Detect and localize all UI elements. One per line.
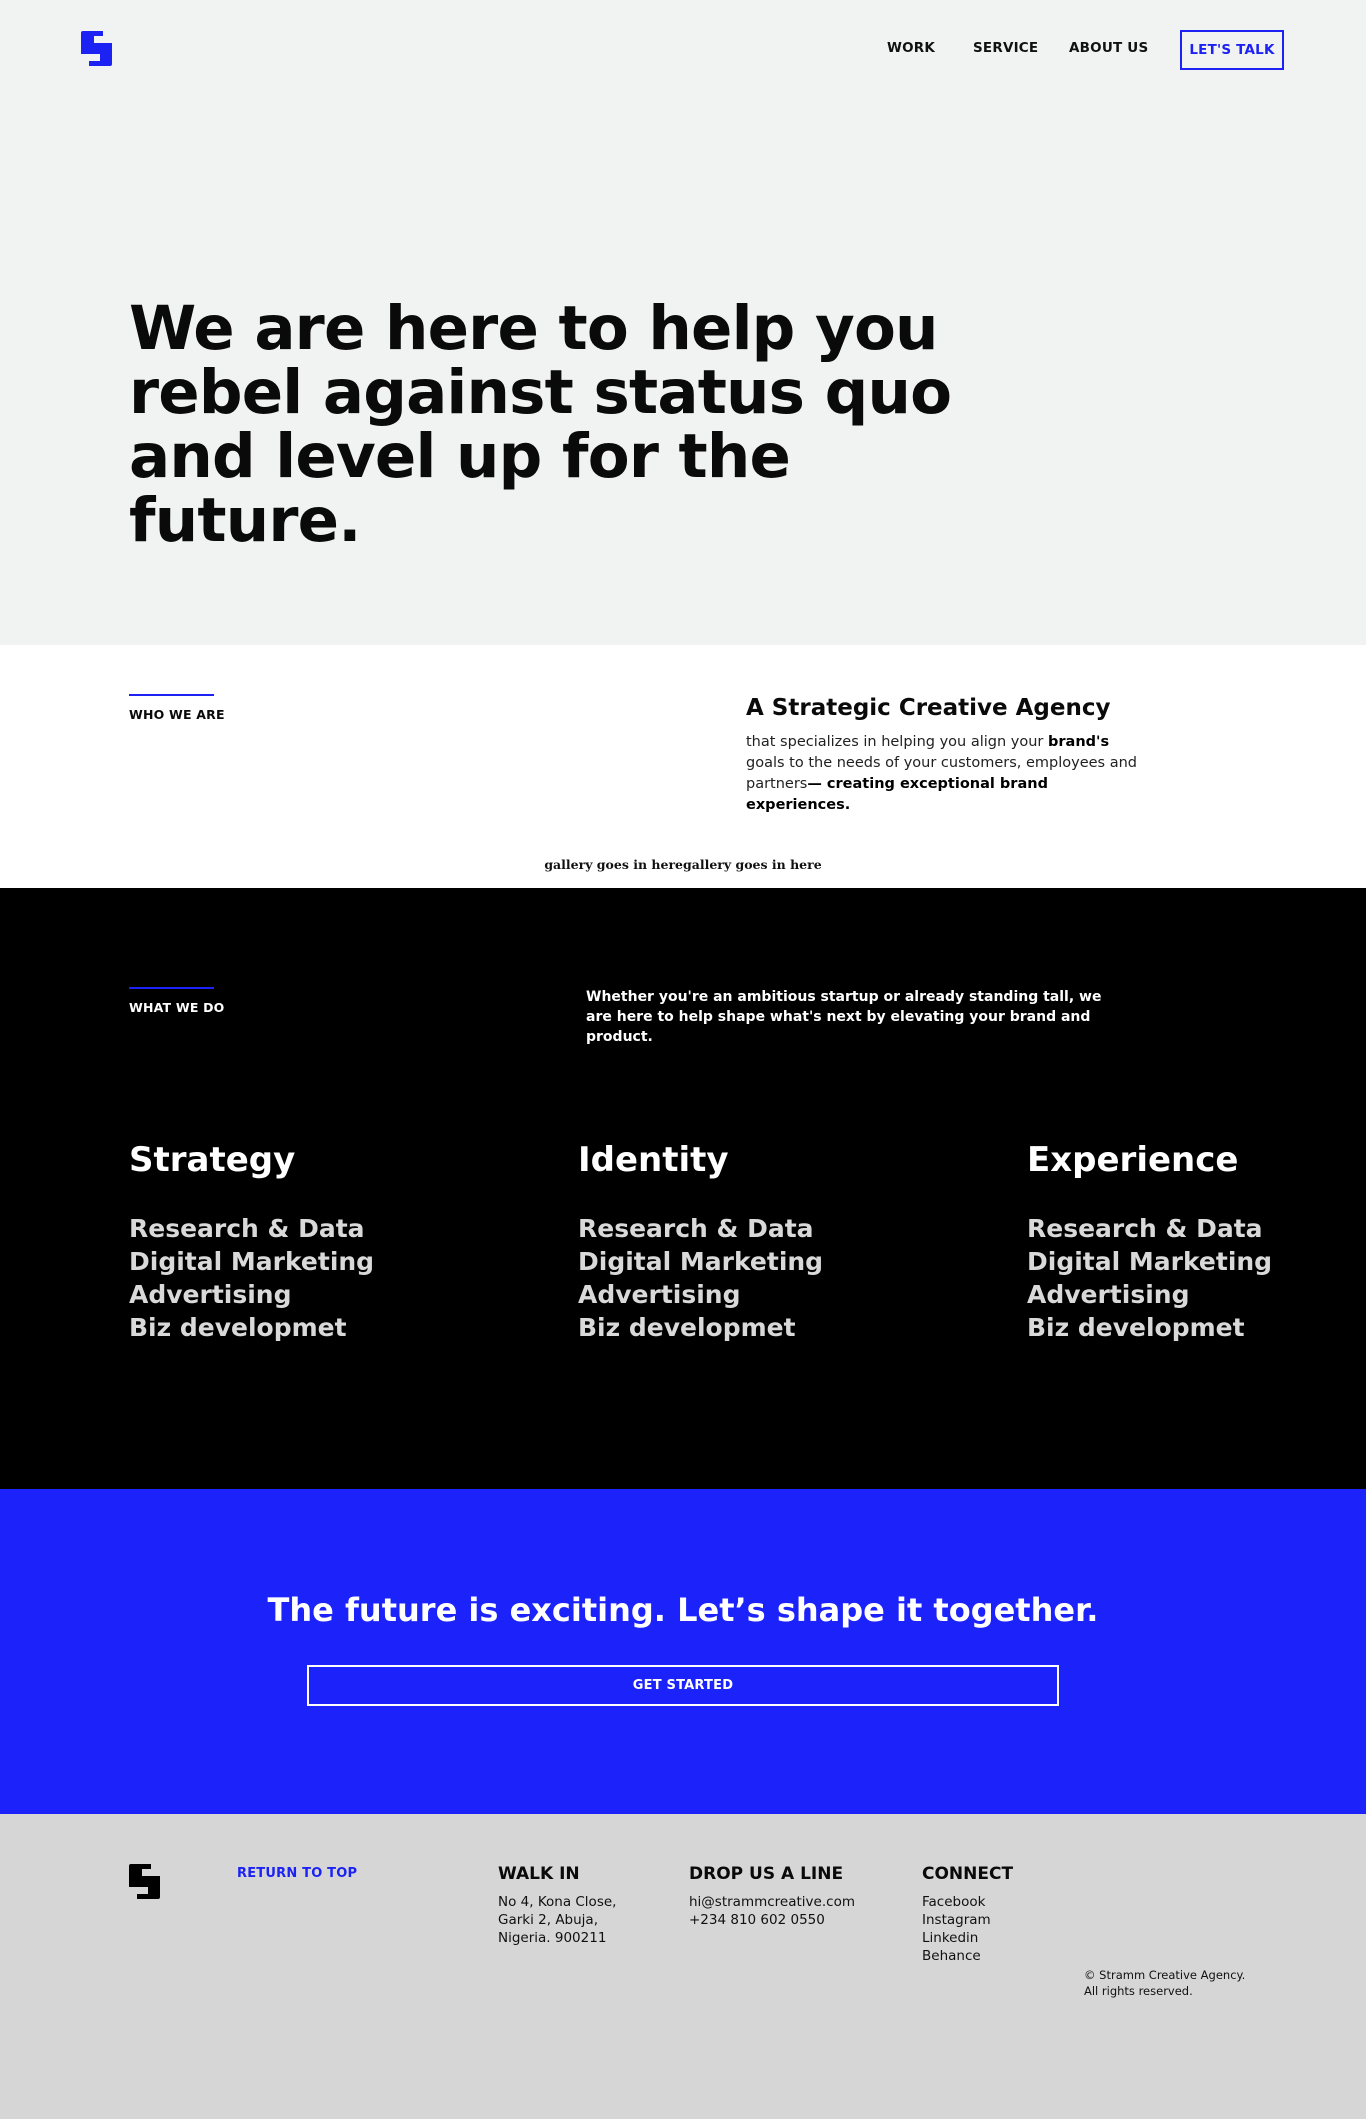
footer-heading: DROP US A LINE	[689, 1864, 844, 1884]
lets-talk-button[interactable]: LET'S TALK	[1180, 30, 1284, 70]
footer: RETURN TO TOP WALK IN No 4, Kona Close, …	[0, 1814, 1366, 2119]
service-item: Digital Marketing	[129, 1247, 375, 1276]
hero-line: rebel against status quo	[129, 357, 952, 428]
who-we-are-section: WHO WE ARE A Strategic Creative Agency t…	[0, 645, 1366, 888]
section-rule	[129, 987, 214, 989]
service-item: Advertising	[129, 1280, 292, 1309]
what-we-do-label: WHAT WE DO	[129, 1000, 225, 1015]
copyright-line: All rights reserved.	[1084, 1984, 1193, 1998]
footer-connect: CONNECT Facebook Instagram Linkedin Beha…	[922, 1864, 1013, 1965]
service-item: Biz developmet	[578, 1313, 796, 1342]
copyright: © Stramm Creative Agency. All rights res…	[1084, 1967, 1245, 1999]
behance-link[interactable]: Behance	[922, 1947, 1013, 1965]
cta-section: The future is exciting. Let’s shape it t…	[0, 1489, 1366, 1814]
stramm-logo-icon[interactable]	[129, 1864, 160, 1899]
address-line: Garki 2, Abuja,	[498, 1912, 598, 1928]
service-item: Advertising	[1027, 1280, 1190, 1309]
service-item: Digital Marketing	[578, 1247, 824, 1276]
service-item: Biz developmet	[129, 1313, 347, 1342]
agency-body-text: that specializes in helping you align yo…	[746, 734, 1048, 750]
service-column-strategy: Strategy Research & Data Digital Marketi…	[129, 1140, 489, 1344]
nav-service[interactable]: SERVICE	[973, 40, 1038, 56]
service-item: Advertising	[578, 1280, 741, 1309]
phone-link[interactable]: +234 810 602 0550	[689, 1911, 855, 1929]
footer-heading: CONNECT	[922, 1864, 1014, 1884]
service-item: Digital Marketing	[1027, 1247, 1273, 1276]
agency-title: A Strategic Creative Agency	[746, 695, 1111, 721]
what-we-do-section: WHAT WE DO Whether you're an ambitious s…	[0, 888, 1366, 1489]
what-we-do-intro: Whether you're an ambitious startup or a…	[586, 989, 1102, 1045]
copyright-line: © Stramm Creative Agency.	[1084, 1968, 1246, 1982]
service-column-title: Experience	[1027, 1140, 1239, 1180]
hero-line: and level up for the future.	[129, 421, 791, 556]
nav-work[interactable]: WORK	[887, 40, 935, 56]
service-column-experience: Experience Research & Data Digital Marke…	[1027, 1140, 1366, 1344]
footer-drop-us-a-line: DROP US A LINE hi@strammcreative.com +23…	[689, 1864, 855, 1929]
section-rule	[129, 694, 214, 696]
service-item: Research & Data	[1027, 1214, 1263, 1243]
agency-body-bold: brand's	[1048, 734, 1110, 750]
hero-line: We are here to help you	[129, 293, 938, 364]
stramm-logo-icon[interactable]	[81, 31, 112, 66]
service-column-title: Identity	[578, 1140, 729, 1180]
agency-description: that specializes in helping you align yo…	[746, 732, 1146, 816]
who-we-are-label: WHO WE ARE	[129, 707, 225, 722]
return-to-top-link[interactable]: RETURN TO TOP	[237, 1866, 357, 1881]
address-line: No 4, Kona Close,	[498, 1894, 617, 1910]
facebook-link[interactable]: Facebook	[922, 1893, 1013, 1911]
address-line: Nigeria. 900211	[498, 1930, 607, 1946]
service-column-title: Strategy	[129, 1140, 296, 1180]
nav-about-us[interactable]: ABOUT US	[1069, 40, 1148, 56]
gallery-placeholder: gallery goes in heregallery goes in here	[544, 857, 822, 872]
service-item: Research & Data	[129, 1214, 365, 1243]
get-started-button[interactable]: GET STARTED	[307, 1665, 1059, 1706]
service-item: Research & Data	[578, 1214, 814, 1243]
cta-title: The future is exciting. Let’s shape it t…	[267, 1591, 1099, 1629]
hero-heading: We are here to help you rebel against st…	[129, 297, 1029, 553]
email-link[interactable]: hi@strammcreative.com	[689, 1893, 855, 1911]
service-column-identity: Identity Research & Data Digital Marketi…	[578, 1140, 938, 1344]
linkedin-link[interactable]: Linkedin	[922, 1929, 1013, 1947]
service-item: Biz developmet	[1027, 1313, 1245, 1342]
instagram-link[interactable]: Instagram	[922, 1911, 1013, 1929]
footer-heading: WALK IN	[498, 1864, 580, 1884]
footer-walk-in: WALK IN No 4, Kona Close, Garki 2, Abuja…	[498, 1864, 616, 1947]
